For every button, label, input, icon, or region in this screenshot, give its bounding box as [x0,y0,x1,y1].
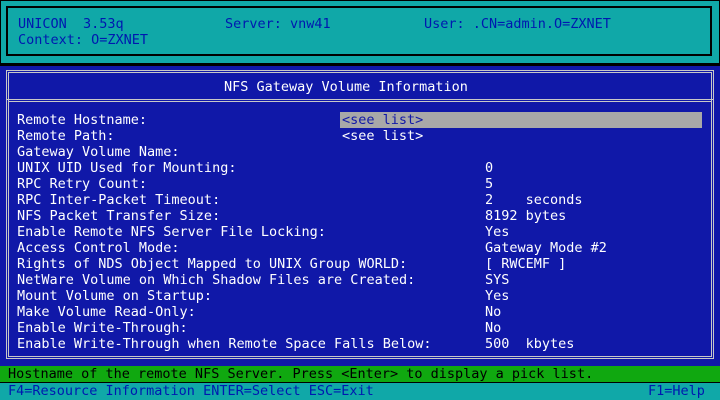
field-value-unix-uid[interactable]: 0 [485,160,493,176]
header-bar: UNICON 3.53q Server: vnw41 User: .CN=adm… [0,0,720,64]
function-keys-left[interactable]: F4=Resource Information ENTER=Select ESC… [8,383,374,399]
dialog-title: NFS Gateway Volume Information [224,79,468,95]
field-label-read-only: Make Volume Read-Only: [17,304,196,320]
field-label-access-control-mode: Access Control Mode: [17,240,180,256]
field-label-write-through: Enable Write-Through: [17,320,188,336]
status-line: Hostname of the remote NFS Server. Press… [0,366,720,382]
field-value-rpc-timeout[interactable]: 2 seconds [485,192,583,208]
context: Context: O=ZXNET [18,32,149,48]
field-value-file-locking[interactable]: Yes [485,224,509,240]
field-label-nfs-packet-size: NFS Packet Transfer Size: [17,208,221,224]
server-name: Server: vnw41 [225,16,331,32]
field-label-remote-path: Remote Path: [17,128,115,144]
app-name: UNICON 3.53q [18,16,124,32]
field-value-rpc-retry-count[interactable]: 5 [485,176,493,192]
field-value-read-only[interactable]: No [485,304,501,320]
field-value-shadow-volume[interactable]: SYS [485,272,509,288]
field-label-shadow-volume: NetWare Volume on Which Shadow Files are… [17,272,416,288]
user-name: User: .CN=admin.O=ZXNET [424,16,611,32]
field-label-gateway-volume-name: Gateway Volume Name: [17,144,180,160]
status-text: Hostname of the remote NFS Server. Press… [8,366,594,382]
field-label-file-locking: Enable Remote NFS Server File Locking: [17,224,326,240]
field-label-rpc-timeout: RPC Inter-Packet Timeout: [17,192,221,208]
field-value-access-control-mode[interactable]: Gateway Mode #2 [485,240,607,256]
field-value-write-through[interactable]: No [485,320,501,336]
function-key-bar: F4=Resource Information ENTER=Select ESC… [0,383,720,400]
field-label-write-through-threshold: Enable Write-Through when Remote Space F… [17,336,432,352]
field-value-remote-path[interactable]: <see list> [342,128,423,144]
field-label-world-rights: Rights of NDS Object Mapped to UNIX Grou… [17,256,408,272]
field-value-world-rights[interactable]: [ RWCEMF ] [485,256,566,272]
field-label-remote-hostname: Remote Hostname: [17,112,148,128]
field-label-rpc-retry-count: RPC Retry Count: [17,176,148,192]
field-value-remote-hostname[interactable]: <see list> [342,112,423,128]
selected-field-highlight[interactable]: <see list> [340,112,702,128]
field-value-write-through-threshold[interactable]: 500 kbytes [485,336,574,352]
field-value-mount-on-startup[interactable]: Yes [485,288,509,304]
field-value-nfs-packet-size[interactable]: 8192 bytes [485,208,566,224]
field-label-unix-uid: UNIX UID Used for Mounting: [17,160,237,176]
help-key[interactable]: F1=Help [648,383,705,399]
field-label-mount-on-startup: Mount Volume on Startup: [17,288,213,304]
